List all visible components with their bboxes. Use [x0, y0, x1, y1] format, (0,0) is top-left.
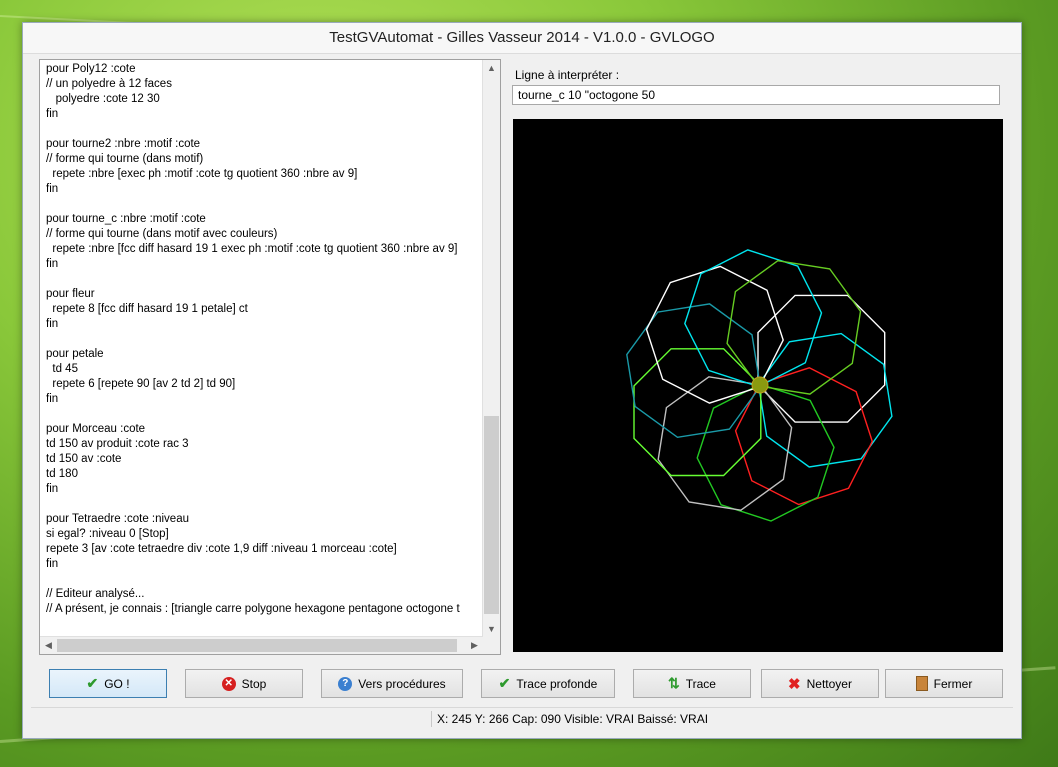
octagon-petal: [757, 332, 893, 468]
stop-button-label: Stop: [241, 676, 267, 691]
code-line: pour Poly12 :cote: [46, 63, 136, 75]
app-window: TestGVAutomat - Gilles Vasseur 2014 - V1…: [22, 22, 1022, 739]
code-line: // forme qui tourne (dans motif): [46, 153, 204, 165]
close-button-label: Fermer: [933, 676, 973, 691]
clean-button-label: Nettoyer: [806, 676, 852, 691]
close-button[interactable]: Fermer: [885, 669, 1003, 698]
procedure-editor[interactable]: pour Poly12 :cote // un polyedre à 12 fac…: [39, 59, 501, 655]
code-line: pour Tetraedre :cote :niveau: [46, 513, 189, 525]
code-line: fin: [46, 108, 59, 120]
code-line: pour tourne2 :nbre :motif :cote: [46, 138, 201, 150]
code-line: // A présent, je connais : [triangle car…: [46, 603, 460, 615]
deep-trace-button-label: Trace profonde: [516, 676, 598, 691]
code-line: pour Morceau :cote: [46, 423, 146, 435]
go-button-label: GO !: [104, 676, 130, 691]
double-check-icon: ✔: [498, 675, 511, 691]
code-line: pour fleur: [46, 288, 95, 300]
code-line: fin: [46, 558, 59, 570]
window-title: TestGVAutomat - Gilles Vasseur 2014 - V1…: [23, 23, 1021, 54]
octagon-petal: [684, 249, 823, 388]
code-line: pour tourne_c :nbre :motif :cote: [46, 213, 206, 225]
code-line: td 180: [46, 468, 78, 480]
horizontal-scrollbar[interactable]: ◀ ▶: [40, 636, 483, 654]
status-text: X: 245 Y: 266 Cap: 090 Visible: VRAI Bai…: [437, 712, 709, 726]
deep-trace-button[interactable]: ✔ Trace profonde: [481, 669, 615, 698]
code-line: repete 8 [fcc diff hasard 19 1 petale] c…: [46, 303, 248, 315]
stop-button[interactable]: ✕ Stop: [185, 669, 303, 698]
code-line: td 45: [46, 363, 78, 375]
code-line: td 150 av produit :cote rac 3: [46, 438, 189, 450]
code-line: repete :nbre [exec ph :motif :cote tg qu…: [46, 168, 358, 180]
turtle-drawing: [626, 249, 893, 522]
check-icon: ✔: [86, 675, 99, 691]
code-line: // Editeur analysé...: [46, 588, 145, 600]
scroll-corner: [483, 637, 500, 654]
turtle-icon: [751, 376, 769, 394]
trace-button-label: Trace: [685, 676, 716, 691]
horizontal-scroll-thumb[interactable]: [57, 639, 457, 652]
code-line: fin: [46, 318, 59, 330]
octagon-petal: [696, 383, 835, 522]
code-line: fin: [46, 483, 59, 495]
code-line: polyedre :cote 12 30: [46, 93, 160, 105]
code-line: pour petale: [46, 348, 104, 360]
code-line: si egal? :niveau 0 [Stop]: [46, 528, 169, 540]
door-icon: [915, 676, 928, 691]
interpreter-label: Ligne à interpréter :: [515, 68, 620, 82]
status-bar: X: 245 Y: 266 Cap: 090 Visible: VRAI Bai…: [31, 707, 1013, 730]
interpreter-input[interactable]: [512, 85, 1000, 105]
refresh-icon: ⇅: [668, 675, 680, 691]
stop-icon: ✕: [221, 676, 236, 691]
editor-text[interactable]: pour Poly12 :cote // un polyedre à 12 fac…: [46, 62, 482, 632]
code-line: // forme qui tourne (dans motif avec cou…: [46, 228, 278, 240]
octagon-petal: [626, 303, 761, 439]
code-line: td 150 av :cote: [46, 453, 122, 465]
code-line: fin: [46, 183, 59, 195]
clean-button[interactable]: ✖ Nettoyer: [761, 669, 879, 698]
code-line: repete :nbre [fcc diff hasard 19 1 exec …: [46, 243, 458, 255]
help-icon: ?: [338, 676, 353, 691]
procedures-button[interactable]: ? Vers procédures: [321, 669, 463, 698]
trace-button[interactable]: ⇅ Trace: [633, 669, 751, 698]
x-icon: ✖: [788, 675, 801, 693]
status-separator: [431, 711, 432, 727]
code-line: // un polyedre à 12 faces: [46, 78, 172, 90]
scroll-up-arrow-icon[interactable]: ▲: [483, 60, 500, 77]
scroll-right-arrow-icon[interactable]: ▶: [466, 637, 483, 654]
vertical-scroll-thumb[interactable]: [484, 416, 499, 614]
scroll-down-arrow-icon[interactable]: ▼: [483, 621, 500, 638]
turtle-canvas: [513, 119, 1003, 652]
code-line: repete 3 [av :cote tetraedre div :cote 1…: [46, 543, 397, 555]
vertical-scrollbar[interactable]: ▲ ▼: [482, 60, 500, 638]
scroll-left-arrow-icon[interactable]: ◀: [40, 637, 57, 654]
procedures-button-label: Vers procédures: [358, 676, 446, 691]
code-line: repete 6 [repete 90 [av 2 td 2] td 90]: [46, 378, 236, 390]
code-line: fin: [46, 258, 59, 270]
code-line: fin: [46, 393, 59, 405]
go-button[interactable]: ✔ GO !: [49, 669, 167, 698]
